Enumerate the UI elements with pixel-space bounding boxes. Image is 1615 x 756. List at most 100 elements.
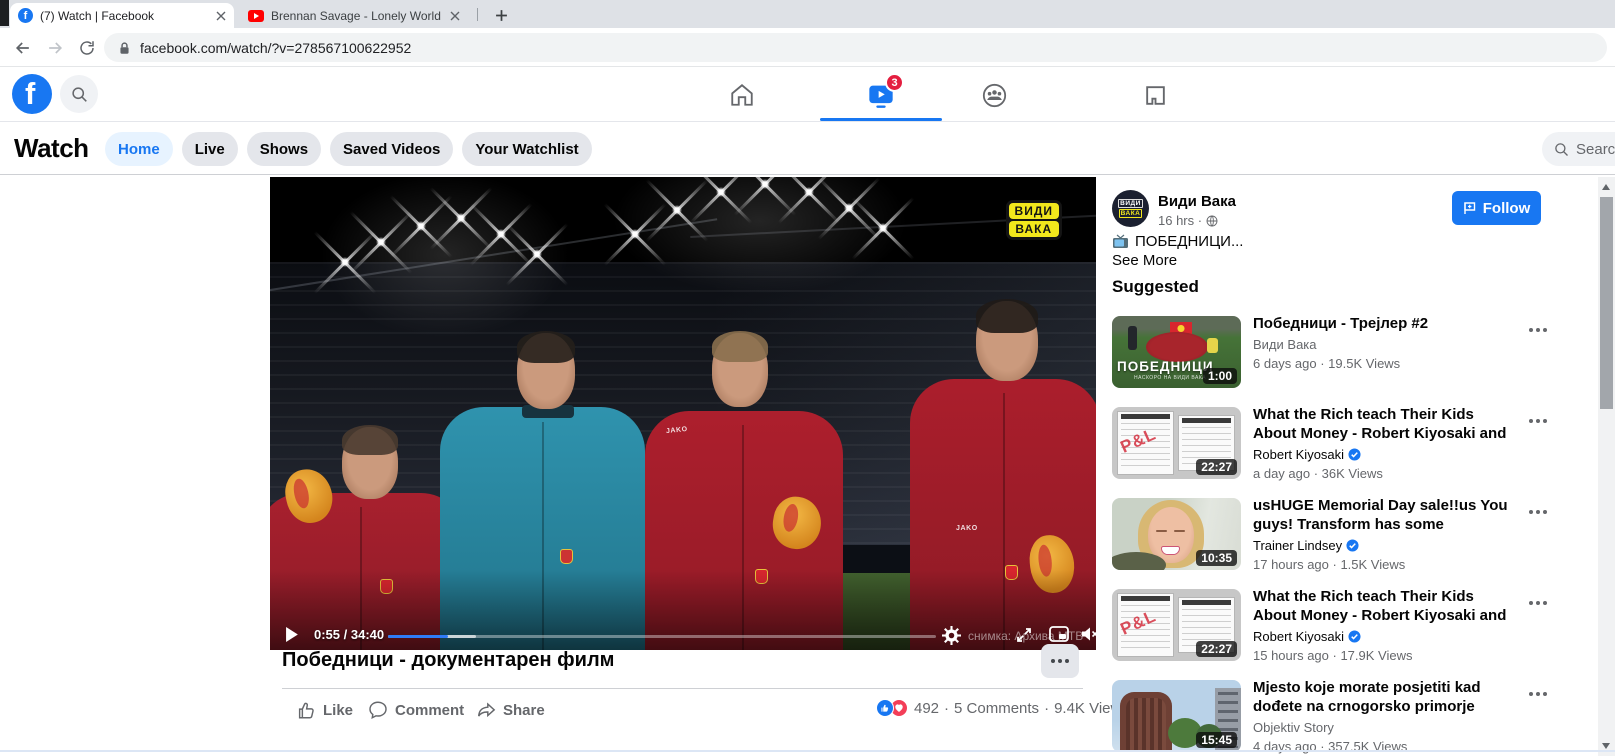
comment-button[interactable]: Comment (368, 695, 464, 725)
comment-icon (369, 701, 387, 720)
suggested-title[interactable]: Победници - Трејлер #2 (1253, 314, 1519, 333)
suggested-title[interactable]: Mjesto koje morate posjetiti kad dođete … (1253, 678, 1519, 716)
duration-badge: 1:00 (1202, 368, 1237, 384)
engagement-counts[interactable]: 492 · 5 Comments · 9.4K Views (914, 700, 1129, 717)
divider (282, 688, 1083, 689)
duration-badge: 10:35 (1196, 550, 1237, 566)
suggested-video-5[interactable]: 15:45 Mjesto koje morate posjetiti kad d… (1112, 678, 1562, 756)
suggested-meta: a day ago · 36K Views (1253, 466, 1383, 481)
new-tab-button[interactable] (489, 3, 513, 27)
watch-search-input[interactable]: Search (1542, 132, 1615, 166)
more-options-button[interactable] (1525, 597, 1551, 609)
suggested-title[interactable]: What the Rich teach Their Kids About Mon… (1253, 587, 1519, 625)
suggested-channel[interactable]: Objektiv Story (1253, 720, 1519, 735)
suggested-meta: 17 hours ago · 1.5K Views (1253, 557, 1406, 572)
globe-icon (1206, 214, 1218, 227)
lock-icon (120, 41, 129, 54)
forward-button[interactable] (44, 37, 65, 58)
follow-button[interactable]: Follow (1452, 191, 1541, 225)
like-button[interactable]: Like (296, 695, 353, 725)
tab-saved-videos[interactable]: Saved Videos (330, 132, 454, 166)
section-divider (0, 750, 1615, 752)
comment-count[interactable]: 5 Comments (954, 700, 1039, 717)
duration-badge: 22:27 (1196, 641, 1237, 657)
watch-navigation: Watch Home Live Shows Saved Videos Your … (0, 122, 1615, 175)
channel-name[interactable]: Види Вака (1158, 193, 1236, 210)
suggested-title[interactable]: What the Rich teach Their Kids About Mon… (1253, 405, 1519, 443)
watch-active-underline (820, 118, 942, 121)
more-options-button[interactable] (1525, 688, 1551, 700)
progress-bar[interactable] (388, 635, 936, 638)
video-thumbnail[interactable]: 15:45 (1112, 680, 1241, 752)
more-options-button[interactable] (1525, 415, 1551, 427)
suggested-meta: 6 days ago · 19.5K Views (1253, 356, 1401, 371)
video-thumbnail[interactable]: 10:35 (1112, 498, 1241, 570)
header-search-button[interactable] (60, 75, 98, 113)
scroll-up-arrow[interactable] (1602, 184, 1610, 190)
facebook-logo[interactable]: f (12, 74, 52, 114)
settings-gear-icon[interactable] (942, 626, 961, 645)
window-corner (0, 0, 9, 26)
play-button[interactable] (286, 627, 299, 642)
url-text: facebook.com/watch/?v=278567100622952 (140, 39, 412, 56)
video-thumbnail[interactable]: P&L 22:27 (1112, 407, 1241, 479)
picture-in-picture-icon[interactable] (1049, 626, 1069, 643)
video-player[interactable]: The new ID.3 JAKO JAKO ВИДИ ВАКА (270, 177, 1096, 650)
scrollbar-thumb[interactable] (1600, 197, 1613, 409)
suggested-channel[interactable]: Види Вака (1253, 337, 1519, 352)
duration-badge: 15:45 (1196, 732, 1237, 748)
share-button[interactable]: Share (476, 695, 545, 725)
search-icon (1555, 142, 1568, 156)
video-thumbnail[interactable]: P&L 22:27 (1112, 589, 1241, 661)
time-display: 0:55 / 34:40 (314, 627, 385, 642)
tab-youtube[interactable]: Brennan Savage - Lonely World ( (240, 3, 468, 28)
suggested-channel[interactable]: Robert Kiyosaki (1253, 447, 1519, 462)
verified-badge-icon (1348, 630, 1361, 643)
fullscreen-icon[interactable] (1016, 627, 1032, 643)
suggested-video-2[interactable]: P&L 22:27 What the Rich teach Their Kids… (1112, 405, 1562, 495)
suggested-channel[interactable]: Robert Kiyosaki (1253, 629, 1519, 644)
duration-badge: 22:27 (1196, 459, 1237, 475)
tab-shows[interactable]: Shows (246, 132, 322, 166)
search-icon (71, 86, 87, 102)
reaction-count[interactable]: 492 (914, 700, 939, 717)
more-options-button[interactable] (1525, 506, 1551, 518)
close-tab-icon[interactable] (216, 11, 226, 21)
verified-badge-icon (1348, 448, 1361, 461)
see-more-link[interactable]: See More (1112, 252, 1177, 269)
suggested-video-4[interactable]: P&L 22:27 What the Rich teach Their Kids… (1112, 587, 1562, 677)
scrollbar[interactable] (1598, 177, 1615, 756)
suggested-video-1[interactable]: ПОБЕДНИЦИ НАСКОРО НА ВИДИ ВАКА 1:00 Побе… (1112, 314, 1562, 404)
tab-your-watchlist[interactable]: Your Watchlist (462, 132, 592, 166)
tab-home[interactable]: Home (105, 132, 173, 166)
address-bar[interactable]: facebook.com/watch/?v=278567100622952 (104, 33, 1607, 62)
more-options-button[interactable] (1041, 644, 1079, 678)
video-title: Победници - документарен филм (282, 649, 615, 671)
video-thumbnail[interactable]: ПОБЕДНИЦИ НАСКОРО НА ВИДИ ВАКА 1:00 (1112, 316, 1241, 388)
search-placeholder: Search (1576, 140, 1615, 158)
more-options-button[interactable] (1525, 324, 1551, 336)
nav-gaming-icon[interactable] (1141, 81, 1169, 109)
suggested-meta: 15 hours ago · 17.9K Views (1253, 648, 1413, 663)
floodlights (600, 177, 920, 301)
tab-live[interactable]: Live (181, 132, 238, 166)
close-tab-icon[interactable] (450, 11, 460, 21)
nav-groups-icon[interactable] (980, 81, 1008, 109)
suggested-title[interactable]: usHUGE Memorial Day sale!!us You guys! T… (1253, 496, 1519, 534)
tab-facebook[interactable]: f (7) Watch | Facebook (10, 3, 234, 28)
watch-tabs: Home Live Shows Saved Videos Your Watchl… (105, 132, 592, 166)
verified-badge-icon (1346, 539, 1359, 552)
suggested-video-3[interactable]: 10:35 usHUGE Memorial Day sale!!us You g… (1112, 496, 1562, 586)
volume-muted-icon[interactable] (1081, 626, 1096, 642)
like-icon (298, 702, 314, 719)
nav-home-icon[interactable] (728, 81, 756, 109)
refresh-button[interactable] (76, 37, 97, 58)
browser-toolbar: facebook.com/watch/?v=278567100622952 (0, 28, 1615, 67)
channel-avatar[interactable]: ВИДИ ВАКА (1112, 190, 1149, 227)
suggested-channel[interactable]: Trainer Lindsey (1253, 538, 1519, 553)
tab-divider (477, 8, 478, 21)
like-reaction-badge[interactable] (876, 699, 894, 717)
scroll-down-arrow[interactable] (1602, 743, 1610, 749)
back-button[interactable] (12, 37, 33, 58)
screen: f (7) Watch | Facebook Brennan Savage - … (0, 0, 1615, 756)
